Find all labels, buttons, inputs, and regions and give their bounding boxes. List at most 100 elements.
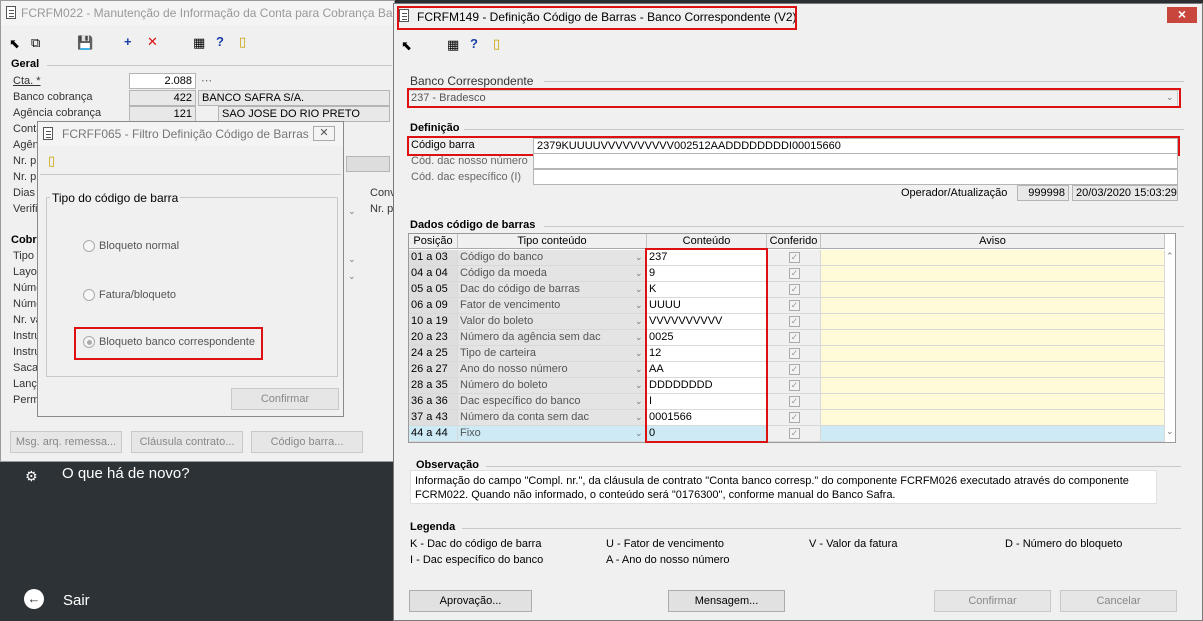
conferido-checkbox[interactable]: ✓ — [789, 300, 800, 311]
cell-aviso[interactable] — [821, 426, 1165, 442]
cell-posicao[interactable]: 37 a 43 — [409, 410, 458, 426]
filter-window-titlebar[interactable]: FCRFF065 - Filtro Definição Código de Ba… — [38, 122, 343, 146]
calculator-icon[interactable]: ▦ — [193, 36, 205, 50]
cell-conferido[interactable]: ✓ — [767, 266, 821, 282]
cell-posicao[interactable]: 05 a 05 — [409, 282, 458, 298]
cell-tipo-conteudo[interactable]: Fator de vencimento — [458, 298, 647, 314]
cell-conferido[interactable]: ✓ — [767, 362, 821, 378]
cell-tipo-conteudo[interactable]: Número do boleto — [458, 378, 647, 394]
col-header-conferido[interactable]: Conferido — [767, 234, 821, 249]
cta-field[interactable]: 2.088 — [129, 73, 196, 89]
conferido-checkbox[interactable]: ✓ — [789, 412, 800, 423]
cell-aviso[interactable] — [821, 250, 1165, 266]
cell-tipo-conteudo[interactable]: Código da moeda — [458, 266, 647, 282]
cell-posicao[interactable]: 01 a 03 — [409, 250, 458, 266]
cell-tipo-conteudo[interactable]: Valor do boleto — [458, 314, 647, 330]
chevron-down-icon[interactable]: ⌄ — [635, 268, 643, 279]
exit-door-icon[interactable]: ▯ — [48, 154, 55, 168]
back-arrow-icon[interactable]: ← — [24, 589, 44, 609]
chevron-down-icon[interactable]: ⌄ — [635, 380, 643, 391]
chevron-down-icon[interactable]: ⌄ — [635, 348, 643, 359]
sair-link[interactable]: Sair — [63, 592, 90, 609]
conferido-checkbox[interactable]: ✓ — [789, 396, 800, 407]
cursor-icon[interactable]: ⬉ — [401, 39, 412, 53]
clausula-contrato-button[interactable]: Cláusula contrato... — [131, 431, 243, 453]
cell-aviso[interactable] — [821, 314, 1165, 330]
dac-nosso-numero-input[interactable] — [533, 153, 1178, 169]
conferido-checkbox[interactable]: ✓ — [789, 316, 800, 327]
help-icon[interactable]: ? — [470, 37, 478, 51]
settings-icon[interactable]: ⚙ — [25, 468, 38, 485]
bloqueto-normal-label[interactable]: Bloqueto normal — [99, 240, 179, 252]
col-header-tipo-conteudo[interactable]: Tipo conteúdo — [458, 234, 647, 249]
confirmar-button[interactable]: Confirmar — [934, 590, 1051, 612]
cell-posicao[interactable]: 24 a 25 — [409, 346, 458, 362]
cell-aviso[interactable] — [821, 266, 1165, 282]
cell-posicao[interactable]: 10 a 19 — [409, 314, 458, 330]
cell-aviso[interactable] — [821, 410, 1165, 426]
cell-tipo-conteudo[interactable]: Número da conta sem dac — [458, 410, 647, 426]
cell-aviso[interactable] — [821, 394, 1165, 410]
delete-icon[interactable]: ✕ — [147, 35, 158, 49]
cell-conteudo[interactable]: 0 — [647, 426, 767, 442]
chevron-down-icon[interactable]: ⌄ — [635, 252, 643, 263]
cell-conferido[interactable]: ✓ — [767, 394, 821, 410]
cell-conteudo[interactable]: K — [647, 282, 767, 298]
confirmar-filter-button[interactable]: Confirmar — [231, 388, 339, 410]
cell-conferido[interactable]: ✓ — [767, 250, 821, 266]
help-icon[interactable]: ? — [216, 35, 224, 49]
scroll-up-icon[interactable]: ⌃ — [1166, 251, 1174, 262]
cell-conferido[interactable]: ✓ — [767, 298, 821, 314]
cell-conferido[interactable]: ✓ — [767, 410, 821, 426]
cell-conteudo[interactable]: 0025 — [647, 330, 767, 346]
conferido-checkbox[interactable]: ✓ — [789, 332, 800, 343]
cell-conferido[interactable]: ✓ — [767, 330, 821, 346]
chevron-down-icon[interactable]: ⌄ — [635, 396, 643, 407]
conferido-checkbox[interactable]: ✓ — [789, 380, 800, 391]
scroll-down-icon[interactable]: ⌄ — [1166, 426, 1174, 437]
codigo-barra-button[interactable]: Código barra... — [251, 431, 363, 453]
cell-conteudo[interactable]: DDDDDDDD — [647, 378, 767, 394]
cell-tipo-conteudo[interactable]: Tipo de carteira — [458, 346, 647, 362]
cell-aviso[interactable] — [821, 346, 1165, 362]
col-header-posicao[interactable]: Posição — [409, 234, 458, 249]
bloqueto-banco-correspondente-radio[interactable] — [83, 336, 95, 348]
msg-arq-remessa-button[interactable]: Msg. arq. remessa... — [10, 431, 122, 453]
chevron-down-icon[interactable]: ⌄ — [348, 271, 356, 282]
cell-tipo-conteudo[interactable]: Ano do nosso número — [458, 362, 647, 378]
chevron-down-icon[interactable]: ⌄ — [635, 284, 643, 295]
cell-posicao[interactable]: 44 a 44 — [409, 426, 458, 442]
bloqueto-banco-correspondente-label[interactable]: Bloqueto banco correspondente — [99, 336, 255, 348]
cell-posicao[interactable]: 04 a 04 — [409, 266, 458, 282]
conferido-checkbox[interactable]: ✓ — [789, 364, 800, 375]
bloqueto-normal-radio[interactable] — [83, 240, 95, 252]
cell-conteudo[interactable]: UUUU — [647, 298, 767, 314]
conferido-checkbox[interactable]: ✓ — [789, 284, 800, 295]
add-icon[interactable]: + — [124, 35, 132, 49]
exit-door-icon[interactable]: ▯ — [493, 37, 500, 51]
close-button[interactable]: × — [1167, 7, 1197, 23]
cell-aviso[interactable] — [821, 330, 1165, 346]
cell-conferido[interactable]: ✓ — [767, 426, 821, 442]
chevron-down-icon[interactable]: ⌄ — [348, 254, 356, 265]
cell-conteudo[interactable]: 237 — [647, 250, 767, 266]
banco-correspondente-select[interactable]: 237 - Bradesco — [407, 90, 1178, 107]
cell-aviso[interactable] — [821, 362, 1165, 378]
codigo-barra-input[interactable]: 2379KUUUUVVVVVVVVVV002512AADDDDDDDDI0001… — [533, 138, 1178, 154]
cell-conferido[interactable]: ✓ — [767, 346, 821, 362]
col-header-aviso[interactable]: Aviso — [821, 234, 1165, 249]
chevron-down-icon[interactable]: ⌄ — [1166, 92, 1174, 103]
cancelar-button[interactable]: Cancelar — [1060, 590, 1177, 612]
conferido-checkbox[interactable]: ✓ — [789, 268, 800, 279]
cell-tipo-conteudo[interactable]: Fixo — [458, 426, 647, 442]
cell-conferido[interactable]: ✓ — [767, 378, 821, 394]
cell-conferido[interactable]: ✓ — [767, 282, 821, 298]
cell-posicao[interactable]: 28 a 35 — [409, 378, 458, 394]
cell-aviso[interactable] — [821, 282, 1165, 298]
cell-conteudo[interactable]: 12 — [647, 346, 767, 362]
chevron-down-icon[interactable]: ⌄ — [348, 206, 356, 217]
mensagem-button[interactable]: Mensagem... — [668, 590, 785, 612]
cell-posicao[interactable]: 26 a 27 — [409, 362, 458, 378]
chevron-down-icon[interactable]: ⌄ — [635, 428, 643, 439]
chevron-down-icon[interactable]: ⌄ — [635, 412, 643, 423]
